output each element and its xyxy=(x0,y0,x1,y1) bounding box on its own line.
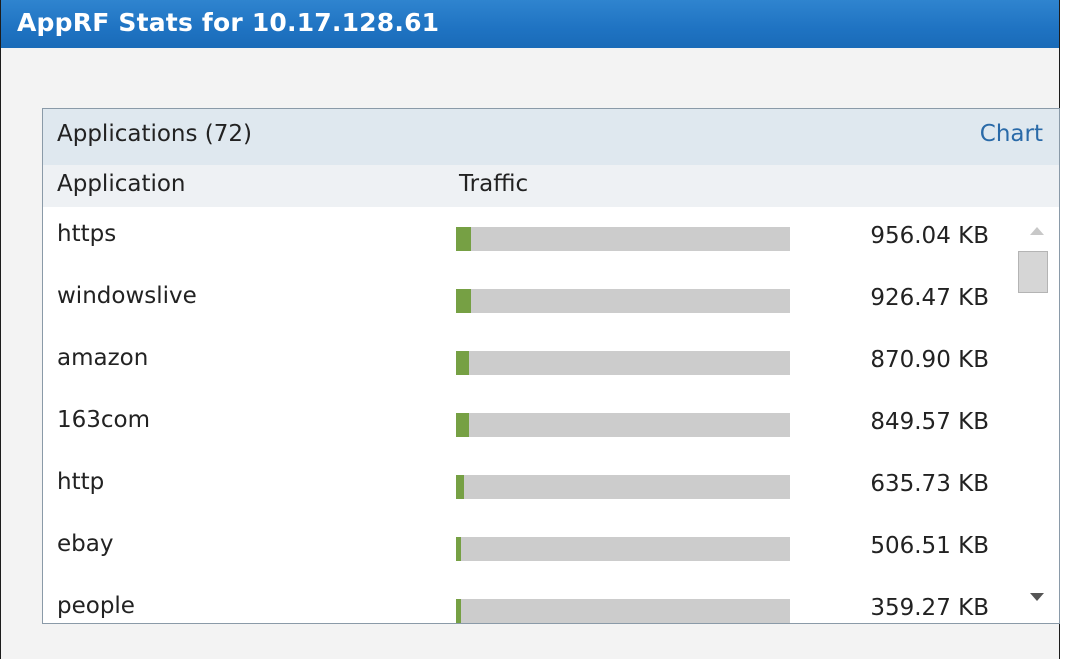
traffic-bar-fill xyxy=(456,289,472,313)
traffic-bar-fill xyxy=(456,227,472,251)
scroll-down-arrow-icon[interactable] xyxy=(1030,593,1044,601)
traffic-value: 956.04 KB xyxy=(870,223,989,249)
traffic-bar-fill xyxy=(456,537,461,561)
vertical-scrollbar[interactable] xyxy=(1016,207,1056,613)
traffic-value: 635.73 KB xyxy=(870,471,989,497)
traffic-bar-fill xyxy=(456,351,470,375)
traffic-bar xyxy=(456,537,790,561)
traffic-bar xyxy=(456,475,790,499)
apprf-stats-window: AppRF Stats for 10.17.128.61 Application… xyxy=(0,0,1060,659)
traffic-bar xyxy=(456,351,790,375)
table-row[interactable]: amazon 870.90 KB xyxy=(43,331,1013,393)
traffic-bar-fill xyxy=(456,475,465,499)
table-row[interactable]: windowslive 926.47 KB xyxy=(43,269,1013,331)
traffic-value: 926.47 KB xyxy=(870,285,989,311)
window-title: AppRF Stats for 10.17.128.61 xyxy=(17,8,440,37)
traffic-value: 849.57 KB xyxy=(870,409,989,435)
traffic-value: 870.90 KB xyxy=(870,347,989,373)
application-name: https xyxy=(57,221,117,247)
panel-title: Applications (72) xyxy=(57,121,253,147)
column-header-traffic[interactable]: Traffic xyxy=(459,171,528,197)
scroll-up-arrow-icon[interactable] xyxy=(1030,227,1044,235)
table-row[interactable]: http 635.73 KB xyxy=(43,455,1013,517)
traffic-bar xyxy=(456,413,790,437)
application-name: people xyxy=(57,593,135,619)
application-name: amazon xyxy=(57,345,149,371)
table-row[interactable]: 163com 849.57 KB xyxy=(43,393,1013,455)
application-name: http xyxy=(57,469,105,495)
application-name: ebay xyxy=(57,531,114,557)
application-name: windowslive xyxy=(57,283,197,309)
application-name: 163com xyxy=(57,407,151,433)
traffic-bar xyxy=(456,227,790,251)
chart-link[interactable]: Chart xyxy=(980,121,1043,147)
traffic-bar xyxy=(456,289,790,313)
table-row[interactable]: ebay 506.51 KB xyxy=(43,517,1013,579)
traffic-bar-fill xyxy=(456,413,470,437)
traffic-bar-fill xyxy=(456,599,461,623)
traffic-bar xyxy=(456,599,790,623)
column-header-application[interactable]: Application xyxy=(57,171,186,197)
traffic-value: 359.27 KB xyxy=(870,595,989,621)
window-titlebar: AppRF Stats for 10.17.128.61 xyxy=(1,0,1059,48)
traffic-value: 506.51 KB xyxy=(870,533,989,559)
table-row[interactable]: https 956.04 KB xyxy=(43,207,1013,269)
applications-list: https 956.04 KB windowslive 926.47 KB amazon… xyxy=(43,207,1013,623)
table-row[interactable]: people 359.27 KB xyxy=(43,579,1013,623)
scrollbar-thumb[interactable] xyxy=(1018,251,1048,293)
applications-panel: Applications (72) Chart Application Traf… xyxy=(42,108,1060,624)
column-header-row: Application Traffic xyxy=(43,165,1059,207)
panel-header: Applications (72) Chart xyxy=(43,109,1059,165)
